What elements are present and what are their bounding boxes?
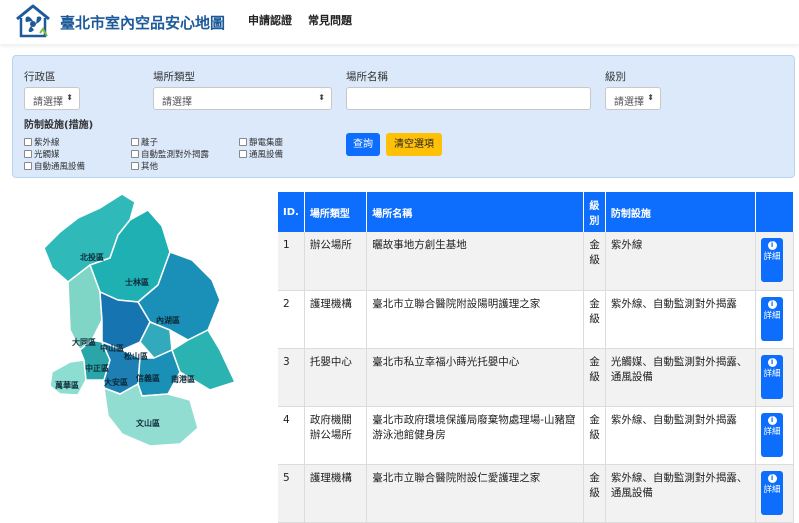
cell-action: i 詳細	[755, 290, 794, 349]
results-table: ID. 場所類型 場所名稱 級別 防制設施 1 辦公場所 曬故事地方創生基地 金…	[278, 192, 794, 523]
label-songshan: 松山區	[124, 351, 148, 361]
col-level: 級別	[583, 192, 606, 232]
table-header-row: ID. 場所類型 場所名稱 級別 防制設施	[278, 192, 794, 232]
cell-type: 政府機關辦公場所	[304, 406, 368, 465]
table-row: 5 護理機構 臺北市立聯合醫院附設仁愛護理之家 金級 紫外線、自動監測對外揭露、…	[278, 464, 794, 523]
col-action	[755, 192, 794, 232]
label-daan: 大安區	[104, 377, 128, 387]
table-row: 4 政府機關辦公場所 臺北市政府環境保護局廢棄物處理場-山豬窟游泳池館健身房 金…	[278, 406, 794, 465]
cell-measures: 紫外線、自動監測對外揭露	[605, 406, 757, 465]
cell-measures: 紫外線、自動監測對外揭露	[605, 290, 757, 349]
cell-type: 護理機構	[304, 464, 368, 523]
cell-name: 臺北市私立幸福小蒔光托嬰中心	[366, 348, 585, 407]
cell-type: 護理機構	[304, 290, 368, 349]
filter-panel: 行政區 請選擇 ⬍ 場所類型 請選擇 ⬍ 場所名稱 級別 請選擇 ⬍ 防制設施(…	[12, 55, 795, 178]
clear-button[interactable]: 清空選項	[386, 133, 442, 156]
site-title[interactable]: 臺北市室內空品安心地圖	[60, 12, 225, 33]
label-beitou: 北投區	[80, 252, 104, 262]
label-datong: 大同區	[72, 337, 96, 347]
label-wanhua: 萬華區	[55, 380, 79, 390]
checkbox-ventilation[interactable]: 通風設備	[239, 148, 283, 160]
info-icon: i	[767, 415, 777, 425]
info-icon: i	[767, 241, 777, 250]
table-row: 3 托嬰中心 臺北市私立幸福小蒔光托嬰中心 金級 光觸媒、自動監測對外揭露、通風…	[278, 348, 794, 407]
district-select-value: 請選擇	[33, 97, 63, 108]
level-label: 級別	[605, 71, 626, 83]
cell-action: i 詳細	[755, 464, 794, 523]
cell-name: 臺北市立聯合醫院附設仁愛護理之家	[366, 464, 585, 523]
cell-action: i 詳細	[755, 232, 794, 291]
col-id: ID.	[278, 192, 305, 232]
cell-type: 托嬰中心	[304, 348, 368, 407]
venue-type-select[interactable]: 請選擇 ⬍	[153, 87, 332, 110]
cell-level: 金級	[583, 464, 606, 523]
detail-button[interactable]: i 詳細	[761, 354, 784, 399]
cell-level: 金級	[583, 290, 606, 349]
cell-measures: 紫外線、自動監測對外揭露、通風設備	[605, 464, 757, 523]
label-neihu: 內湖區	[156, 315, 180, 325]
cell-action: i 詳細	[755, 348, 794, 407]
level-select[interactable]: 請選擇 ⬍	[605, 87, 661, 110]
detail-button[interactable]: i 詳細	[761, 296, 784, 341]
label-zhongzheng: 中正區	[85, 363, 109, 373]
level-select-value: 請選擇	[614, 97, 644, 108]
checkbox-electrostatic[interactable]: 靜電集塵	[239, 136, 283, 148]
venue-name-input[interactable]	[346, 87, 591, 110]
cell-id: 1	[278, 232, 305, 291]
info-icon: i	[767, 299, 777, 309]
checkbox-other[interactable]: 其他	[131, 160, 158, 172]
home-fan-logo-icon[interactable]	[14, 3, 52, 39]
label-wenshan: 文山區	[136, 418, 160, 428]
label-xinyi: 信義區	[136, 373, 160, 383]
cell-level: 金級	[583, 406, 606, 465]
checkbox-auto-monitoring[interactable]: 自動監測對外揭露	[131, 148, 209, 160]
checkbox-auto-ventilation[interactable]: 自動通風設備	[24, 160, 85, 172]
cell-id: 3	[278, 348, 305, 407]
label-nangang: 南港區	[171, 374, 195, 384]
cell-id: 2	[278, 290, 305, 349]
search-button[interactable]: 查詢	[346, 133, 380, 156]
cell-measures: 光觸媒、自動監測對外揭露、通風設備	[605, 348, 757, 407]
venue-name-label: 場所名稱	[346, 71, 388, 83]
info-icon: i	[767, 357, 777, 367]
updown-arrow-icon: ⬍	[647, 93, 654, 102]
cell-level: 金級	[583, 232, 606, 291]
col-venue-type: 場所類型	[304, 192, 368, 232]
cell-name: 曬故事地方創生基地	[366, 232, 585, 291]
col-venue-name: 場所名稱	[366, 192, 585, 232]
measures-label: 防制設施(措施)	[24, 120, 94, 131]
cell-type: 辦公場所	[304, 232, 368, 291]
district-select[interactable]: 請選擇 ⬍	[24, 87, 80, 110]
updown-arrow-icon: ⬍	[66, 93, 73, 102]
label-shilin: 士林區	[125, 277, 149, 287]
district-label: 行政區	[24, 71, 56, 83]
cell-id: 5	[278, 464, 305, 523]
checkbox-ion[interactable]: 離子	[131, 136, 158, 148]
table-row: 1 辦公場所 曬故事地方創生基地 金級 紫外線 i 詳細	[278, 232, 794, 291]
detail-button[interactable]: i 詳細	[761, 238, 784, 282]
cell-name: 臺北市立聯合醫院附設陽明護理之家	[366, 290, 585, 349]
taipei-district-map: 北投區 士林區 內湖區 大同區 中山區 松山區 萬華區 中正區 大安區 信義區 …	[43, 193, 237, 447]
cell-measures: 紫外線	[605, 232, 757, 291]
updown-arrow-icon: ⬍	[318, 93, 325, 102]
cell-id: 4	[278, 406, 305, 465]
venue-type-label: 場所類型	[153, 71, 195, 83]
venue-type-select-value: 請選擇	[162, 97, 192, 108]
cell-action: i 詳細	[755, 406, 794, 465]
table-row: 2 護理機構 臺北市立聯合醫院附設陽明護理之家 金級 紫外線、自動監測對外揭露 …	[278, 290, 794, 349]
detail-button[interactable]: i 詳細	[761, 412, 784, 457]
nav-apply-certification[interactable]: 申請認證	[248, 12, 292, 28]
checkbox-uv[interactable]: 紫外線	[24, 136, 60, 148]
navbar: 臺北市室內空品安心地圖 申請認證 常見問題	[0, 0, 799, 44]
detail-button[interactable]: i 詳細	[761, 470, 784, 515]
label-zhongshan: 中山區	[100, 343, 124, 353]
cell-name: 臺北市政府環境保護局廢棄物處理場-山豬窟游泳池館健身房	[366, 406, 585, 465]
nav-faq[interactable]: 常見問題	[308, 12, 352, 28]
checkbox-photocatalyst[interactable]: 光觸媒	[24, 148, 60, 160]
info-icon: i	[767, 473, 777, 483]
cell-level: 金級	[583, 348, 606, 407]
col-measures: 防制設施	[605, 192, 757, 232]
